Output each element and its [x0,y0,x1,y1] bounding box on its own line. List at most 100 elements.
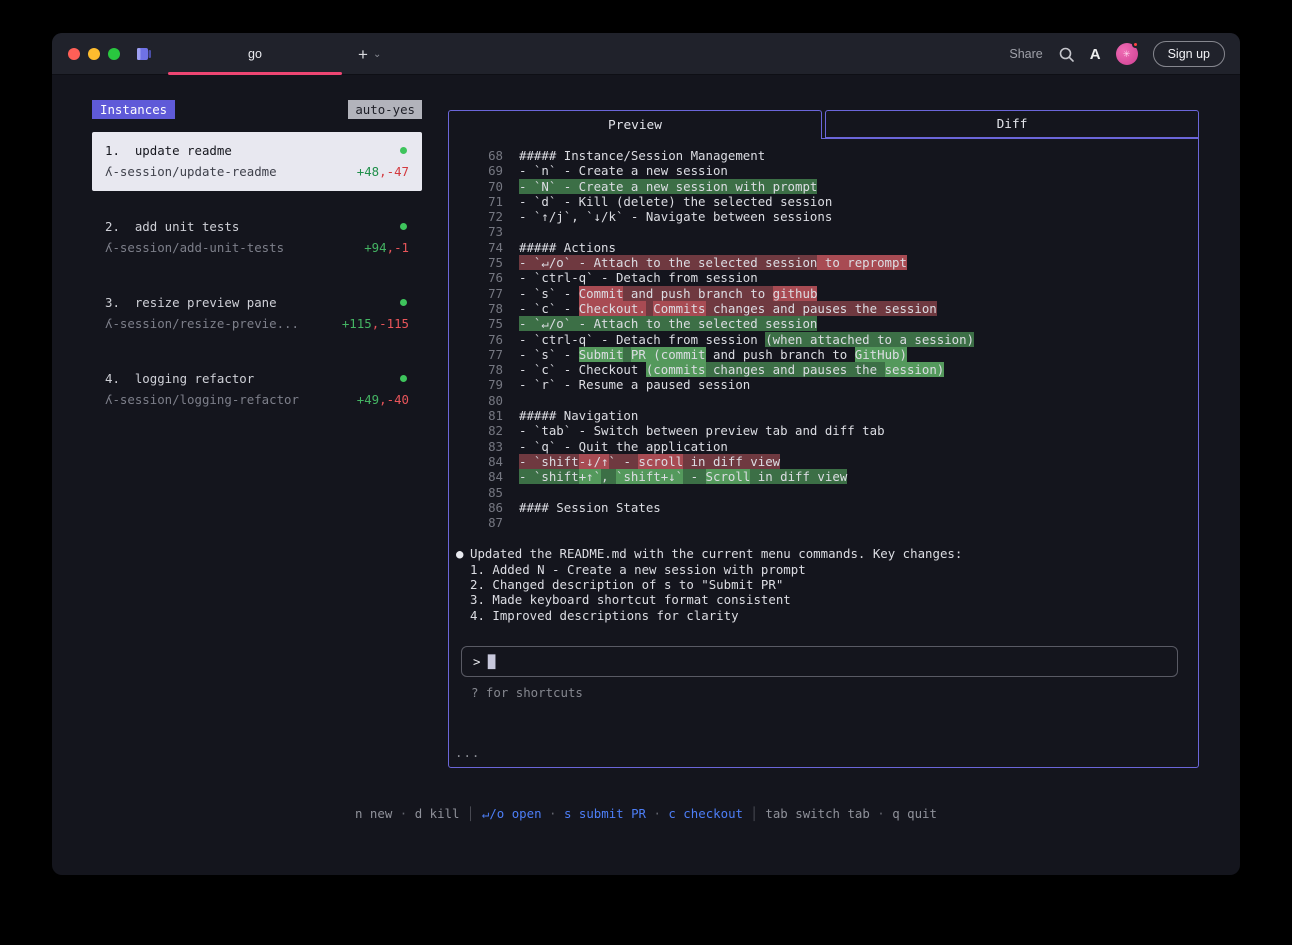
summary-item: 2. Changed description of s to "Submit P… [470,577,1198,592]
status-dot [400,147,407,154]
avatar[interactable]: ✳ [1116,43,1138,65]
statusbar-segment: · [646,806,668,821]
instance-branch: ʎ-session/resize-previe... [105,316,299,331]
line-number: 82 [469,423,503,438]
tab-preview[interactable]: Preview [448,110,822,139]
tab-diff[interactable]: Diff [825,110,1199,138]
line-number: 72 [469,209,503,224]
signup-button[interactable]: Sign up [1153,41,1225,67]
instance-diff-stats: +49,-40 [357,392,409,407]
line-number: 75 [469,316,503,331]
code-line: 84- `shift+↑`, `shift+↓` - Scroll in dif… [449,469,1198,484]
code-line: 70- `N` - Create a new session with prom… [449,179,1198,194]
code-line: 74##### Actions [449,240,1198,255]
terminal-content: Instances auto-yes 1. update readmeʎ-ses… [52,75,1240,875]
line-number: 83 [469,439,503,454]
code-line: 68##### Instance/Session Management [449,148,1198,163]
terminal-window: go + ⌄ Share A ✳ Sign up Instances [52,33,1240,875]
code-lines: 68##### Instance/Session Management69- `… [449,139,1198,530]
instance-diff-stats: +48,-47 [357,164,409,179]
code-line: 79- `r` - Resume a paused session [449,377,1198,392]
line-number: 86 [469,500,503,515]
statusbar-segment: · [392,806,414,821]
instance-title: 2. add unit tests [105,219,239,234]
line-number: 75 [469,255,503,270]
app-logo-icon[interactable]: A [1090,46,1101,63]
code-line: 77- `s` - Submit PR (commit and push bra… [449,347,1198,362]
pane-tabs: Preview Diff [448,110,1199,138]
minimize-button[interactable] [88,48,100,60]
line-number: 77 [469,286,503,301]
line-number: 68 [469,148,503,163]
instance-diff-stats: +94,-1 [364,240,409,255]
statusbar-segment: │ [459,806,481,821]
line-number: 77 [469,347,503,362]
code-line: 78- `c` - Checkout. Commits changes and … [449,301,1198,316]
line-number: 80 [469,393,503,408]
instance-row[interactable]: 1. update readmeʎ-session/update-readme+… [92,132,422,191]
statusbar-segment: s submit PR [564,806,646,821]
notebook-icon[interactable] [136,47,152,61]
code-line: 77- `s` - Commit and push branch to gith… [449,286,1198,301]
line-number: 84 [469,454,503,469]
overflow-ellipsis: ... [455,745,480,760]
instance-list: 1. update readmeʎ-session/update-readme+… [92,132,422,436]
chevron-down-icon[interactable]: ⌄ [373,49,381,60]
line-number: 76 [469,270,503,285]
instance-diff-stats: +115,-115 [342,316,409,331]
line-number: 71 [469,194,503,209]
statusbar-segment: q quit [892,806,937,821]
autoyes-badge: auto-yes [348,100,422,119]
summary-item: 1. Added N - Create a new session with p… [470,562,1198,577]
line-number: 87 [469,515,503,530]
share-button[interactable]: Share [1009,47,1042,61]
code-line: 72- `↑/j`, `↓/k` - Navigate between sess… [449,209,1198,224]
instance-title: 3. resize preview pane [105,295,277,310]
statusbar-segment: tab switch tab [765,806,869,821]
line-number: 84 [469,469,503,484]
line-number: 76 [469,332,503,347]
shortcuts-hint: ? for shortcuts [471,685,583,700]
line-number: 70 [469,179,503,194]
code-line: 84- `shift-↓/↑` - scroll in diff view [449,454,1198,469]
instance-branch: ʎ-session/logging-refactor [105,392,299,407]
tab-label: go [248,47,262,61]
summary-items: 1. Added N - Create a new session with p… [456,562,1198,623]
zoom-button[interactable] [108,48,120,60]
summary-title: Updated the README.md with the current m… [470,546,962,561]
code-line: 87 [449,515,1198,530]
statusbar: n new · d kill │ ↵/o open · s submit PR … [52,806,1240,821]
code-line: 76- `ctrl-q` - Detach from session (when… [449,332,1198,347]
line-number: 78 [469,362,503,377]
code-line: 82- `tab` - Switch between preview tab a… [449,423,1198,438]
notification-dot [1132,41,1139,48]
new-tab-control: + ⌄ [358,33,381,75]
line-number: 79 [469,377,503,392]
new-tab-button[interactable]: + [358,46,368,63]
prompt-input[interactable]: > █ [461,646,1178,677]
instance-title: 1. update readme [105,143,232,158]
code-line: 83- `q` - Quit the application [449,439,1198,454]
status-dot [400,223,407,230]
bullet-icon: ● [456,546,470,561]
instance-row[interactable]: 3. resize preview pane ʎ-session/resize-p… [92,284,422,343]
titlebar-right: Share A ✳ Sign up [1009,33,1240,75]
close-button[interactable] [68,48,80,60]
code-line: 71- `d` - Kill (delete) the selected ses… [449,194,1198,209]
code-line: 75- `↵/o` - Attach to the selected sessi… [449,255,1198,270]
instance-branch: ʎ-session/add-unit-tests [105,240,284,255]
status-dot [400,299,407,306]
instance-row[interactable]: 4. logging refactorʎ-session/logging-ref… [92,360,422,419]
search-icon[interactable] [1058,46,1075,63]
line-number: 73 [469,224,503,239]
code-line: 73 [449,224,1198,239]
statusbar-segment: ↵/o open [482,806,542,821]
tab-diff-label: Diff [997,117,1028,132]
status-dot [400,375,407,382]
instance-row[interactable]: 2. add unit tests ʎ-session/add-unit-test… [92,208,422,267]
text-cursor: █ [488,654,495,669]
instances-badge: Instances [92,100,175,119]
statusbar-segment: c checkout [668,806,743,821]
tab-go[interactable]: go [168,33,342,75]
tab-preview-label: Preview [608,118,662,133]
